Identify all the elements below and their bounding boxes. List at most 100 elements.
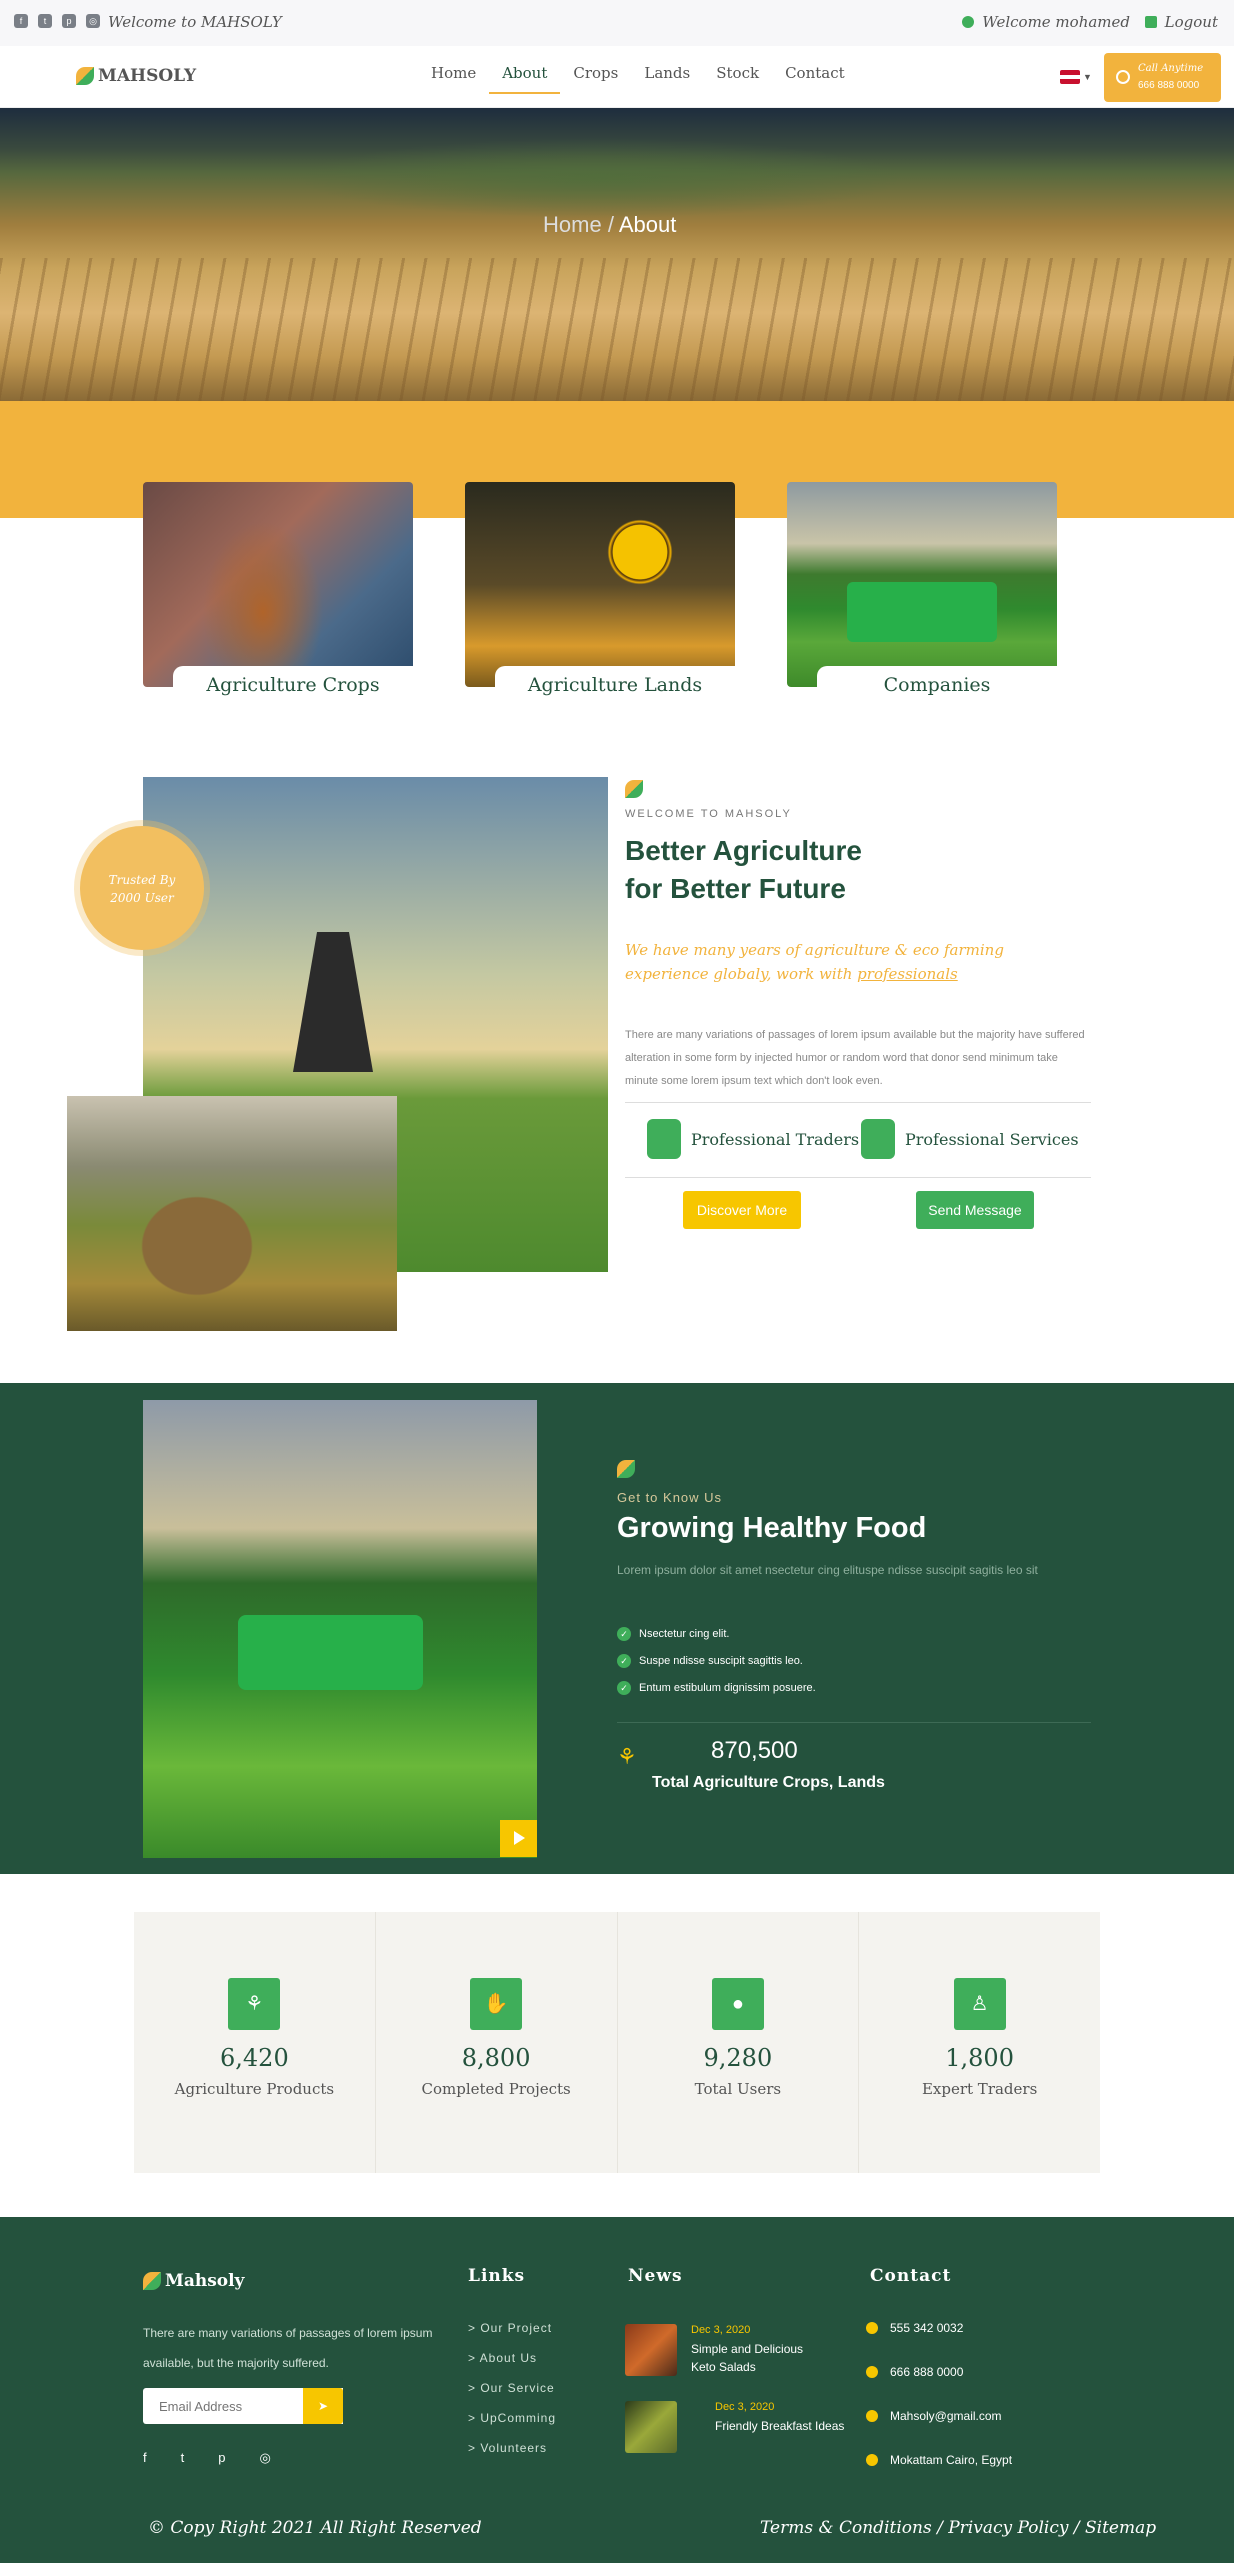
contact-phone-text: 666 888 0000 bbox=[890, 2365, 964, 2379]
topbar: f t p ◎ Welcome to MAHSOLY Welcome moham… bbox=[0, 0, 1234, 46]
list-item: ✓ Suspe ndisse suscipit sagittis leo. bbox=[617, 1647, 816, 1674]
stats-panel: ⚘ 6,420 Agriculture Products ✋ 8,800 Com… bbox=[134, 1912, 1100, 2173]
links-heading: Links bbox=[468, 2266, 526, 2286]
call-anytime-button[interactable]: Call Anytime 666 888 0000 bbox=[1104, 53, 1221, 102]
nav-crops[interactable]: Crops bbox=[560, 64, 631, 94]
professionals-link[interactable]: professionals bbox=[857, 965, 958, 983]
category-card-lands[interactable]: Agriculture Lands bbox=[465, 482, 735, 706]
news-title: Simple and Delicious Keto Salads bbox=[691, 2342, 804, 2374]
footer-link-volunteers[interactable]: > Volunteers bbox=[468, 2441, 556, 2471]
contact-whatsapp[interactable]: 555 342 0032 bbox=[866, 2321, 1012, 2365]
harvester-shape bbox=[847, 582, 997, 642]
nav-links: Home About Crops Lands Stock Contact bbox=[418, 64, 858, 94]
facebook-icon[interactable]: f bbox=[14, 14, 28, 28]
list-item: ✓ Entum estibulum dignissim posuere. bbox=[617, 1674, 816, 1701]
check-icon: ✓ bbox=[617, 1626, 631, 1641]
contact-phone[interactable]: 666 888 0000 bbox=[866, 2365, 1012, 2409]
instagram-icon[interactable]: ◎ bbox=[259, 2450, 270, 2466]
instagram-icon[interactable]: ◎ bbox=[86, 14, 100, 28]
logout-text: Logout bbox=[1164, 13, 1218, 31]
logout-link[interactable]: Logout bbox=[1144, 13, 1218, 31]
contact-heading: Contact bbox=[870, 2266, 952, 2286]
nav-lands[interactable]: Lands bbox=[631, 64, 703, 94]
send-icon[interactable]: ➤ bbox=[303, 2388, 343, 2424]
news-item[interactable]: Dec 3, 2020 Friendly Breakfast Ideas bbox=[625, 2401, 855, 2453]
wheat-field-image bbox=[0, 258, 1234, 401]
contact-address: Mokattam Cairo, Egypt bbox=[866, 2453, 1012, 2497]
growing-list: ✓ Nsectetur cing elit. ✓ Suspe ndisse susc… bbox=[617, 1620, 816, 1701]
copyright: © Copy Right 2021 All Right Reserved bbox=[148, 2518, 482, 2538]
user-icon: ● bbox=[711, 1978, 764, 2030]
main-nav: MAHSOLY Home About Crops Lands Stock Con… bbox=[0, 46, 1234, 108]
about-quote: We have many years of agriculture & eco … bbox=[625, 938, 1075, 986]
twitter-icon[interactable]: t bbox=[38, 14, 52, 28]
discover-more-button[interactable]: Discover More bbox=[683, 1191, 801, 1229]
logout-icon bbox=[1144, 16, 1157, 28]
stat-value: 6,420 bbox=[220, 2044, 289, 2072]
about-paragraph: There are many variations of passages of… bbox=[625, 1029, 1085, 1087]
breadcrumb: Home / About bbox=[543, 212, 676, 238]
nav-contact[interactable]: Contact bbox=[772, 64, 858, 94]
footer-link-service[interactable]: > Our Service bbox=[468, 2381, 556, 2411]
call-label: Call Anytime bbox=[1138, 63, 1204, 74]
feature-services: Professional Services bbox=[861, 1119, 1079, 1159]
facebook-icon[interactable]: f bbox=[143, 2450, 147, 2466]
contact-email[interactable]: Mahsoly@gmail.com bbox=[866, 2409, 1012, 2453]
category-card-companies[interactable]: Companies bbox=[787, 482, 1057, 706]
total-count: 870,500 bbox=[711, 1737, 798, 1764]
category-label: Agriculture Crops bbox=[173, 666, 413, 706]
user-greeting[interactable]: Welcome mohamed bbox=[962, 13, 1130, 31]
harvester-image bbox=[787, 482, 1057, 687]
check-icon: ✓ bbox=[617, 1653, 631, 1668]
badge-line-1: Trusted By bbox=[108, 873, 176, 887]
phone-icon bbox=[866, 2366, 878, 2378]
sprout-icon: ⚘ bbox=[617, 1744, 637, 1769]
breadcrumb-separator: / bbox=[607, 212, 614, 237]
nav-about[interactable]: About bbox=[489, 64, 561, 94]
news-date: Dec 3, 2020 bbox=[691, 2324, 751, 2336]
handshake-icon: ✋ bbox=[470, 1978, 523, 2030]
stat-label: Agriculture Products bbox=[174, 2080, 335, 2098]
nav-stock[interactable]: Stock bbox=[703, 64, 772, 94]
stat-label: Expert Traders bbox=[921, 2080, 1038, 2098]
about-features: Professional Traders Professional Servic… bbox=[625, 1102, 1091, 1178]
pinterest-icon[interactable]: p bbox=[62, 14, 76, 28]
call-number: 666 888 0000 bbox=[1138, 80, 1200, 91]
brand-name: MAHSOLY bbox=[98, 66, 197, 86]
chevron-down-icon[interactable]: ▼ bbox=[1083, 72, 1092, 82]
category-card-crops[interactable]: Agriculture Crops bbox=[143, 482, 413, 706]
list-item: ✓ Nsectetur cing elit. bbox=[617, 1620, 816, 1647]
footer-contact: 555 342 0032 666 888 0000 Mahsoly@gmail.… bbox=[866, 2321, 1012, 2497]
legal-links[interactable]: Terms & Conditions / Privacy Policy / Si… bbox=[760, 2518, 1156, 2538]
nav-home[interactable]: Home bbox=[418, 64, 489, 94]
language-flag-icon[interactable] bbox=[1060, 70, 1080, 84]
twitter-icon[interactable]: t bbox=[181, 2450, 185, 2466]
leaf-logo-icon bbox=[143, 2272, 161, 2290]
footer-link-about[interactable]: > About Us bbox=[468, 2351, 556, 2381]
total-count-label: Total Agriculture Crops, Lands bbox=[652, 1774, 885, 1791]
divider bbox=[617, 1722, 1091, 1723]
footer-social: f t p ◎ bbox=[143, 2450, 271, 2466]
news-heading: News bbox=[628, 2266, 683, 2286]
footer-link-projects[interactable]: > Our Project bbox=[468, 2321, 556, 2351]
breadcrumb-home[interactable]: Home bbox=[543, 212, 602, 237]
news-thumbnail bbox=[625, 2401, 677, 2453]
category-label: Agriculture Lands bbox=[495, 666, 735, 706]
stat-projects: ✋ 8,800 Completed Projects bbox=[376, 1912, 618, 2173]
carrots-image bbox=[143, 482, 413, 687]
category-label: Companies bbox=[817, 666, 1057, 706]
harvester-shape bbox=[238, 1615, 423, 1690]
news-item[interactable]: Dec 3, 2020 Simple and Delicious Keto Sa… bbox=[625, 2324, 831, 2376]
stat-value: 9,280 bbox=[703, 2044, 773, 2072]
phone-icon bbox=[1116, 70, 1130, 84]
list-item-text: Nsectetur cing elit. bbox=[639, 1627, 730, 1640]
footer-link-upcomming[interactable]: > UpComming bbox=[468, 2411, 556, 2441]
play-icon[interactable] bbox=[500, 1820, 537, 1857]
logo[interactable]: MAHSOLY bbox=[76, 66, 196, 86]
location-icon bbox=[866, 2454, 878, 2466]
contact-email-text: Mahsoly@gmail.com bbox=[890, 2409, 1002, 2423]
pinterest-icon[interactable]: p bbox=[218, 2450, 225, 2466]
feature-traders: Professional Traders bbox=[647, 1119, 859, 1159]
footer-logo[interactable]: Mahsoly bbox=[143, 2271, 244, 2291]
send-message-button[interactable]: Send Message bbox=[916, 1191, 1034, 1229]
